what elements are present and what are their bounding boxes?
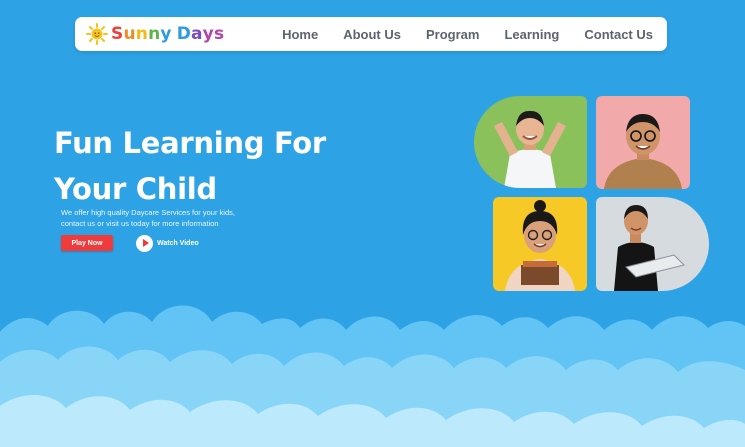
photo-boy-glasses-books — [596, 96, 690, 189]
photo-boy-reading-book — [596, 197, 709, 291]
child-illustration — [505, 200, 575, 291]
watch-video-button[interactable]: Watch Video — [136, 234, 199, 252]
watch-video-label: Watch Video — [157, 239, 199, 247]
play-now-button[interactable]: Play Now — [61, 235, 113, 251]
child-illustration — [494, 110, 566, 188]
nav-contact-us[interactable]: Contact Us — [584, 27, 653, 42]
brand-letter: y — [160, 24, 172, 44]
brand-letter: D — [176, 24, 191, 44]
brand-letter: n — [148, 24, 161, 44]
nav-menu: Home About Us Program Learning Contact U… — [282, 27, 653, 42]
nav-about-us[interactable]: About Us — [343, 27, 401, 42]
play-icon — [136, 234, 153, 252]
brand-letter: s — [213, 24, 225, 44]
hero-description: We offer high quality Daycare Services f… — [61, 207, 271, 229]
brand-name: Sunny Days — [111, 24, 224, 44]
brand-letter: u — [123, 24, 136, 44]
hero-title-line-1: Fun Learning For — [54, 126, 326, 160]
hero-title-line-2: Your Child — [54, 172, 217, 206]
nav-home[interactable]: Home — [282, 27, 318, 42]
brand-letter: S — [111, 24, 124, 44]
brand-logo[interactable]: Sunny Days — [86, 23, 224, 45]
child-illustration — [604, 114, 682, 189]
hero-description-line-1: We offer high quality Daycare Services f… — [61, 208, 235, 217]
brand-letter: n — [135, 24, 149, 44]
hero-description-line-2: contact us or visit us today for more in… — [61, 219, 219, 228]
sun-icon — [86, 23, 108, 45]
photo-girl-glasses-books — [493, 197, 587, 291]
child-illustration — [614, 205, 685, 291]
nav-program[interactable]: Program — [426, 27, 479, 42]
nav-learning[interactable]: Learning — [504, 27, 559, 42]
photo-boy-books-on-head — [474, 96, 587, 188]
hero-title: Fun Learning For Your Child — [54, 120, 384, 212]
navbar: Sunny Days Home About Us Program Learnin… — [75, 17, 667, 51]
brand-letter: y — [202, 24, 214, 44]
brand-letter: a — [191, 24, 203, 44]
